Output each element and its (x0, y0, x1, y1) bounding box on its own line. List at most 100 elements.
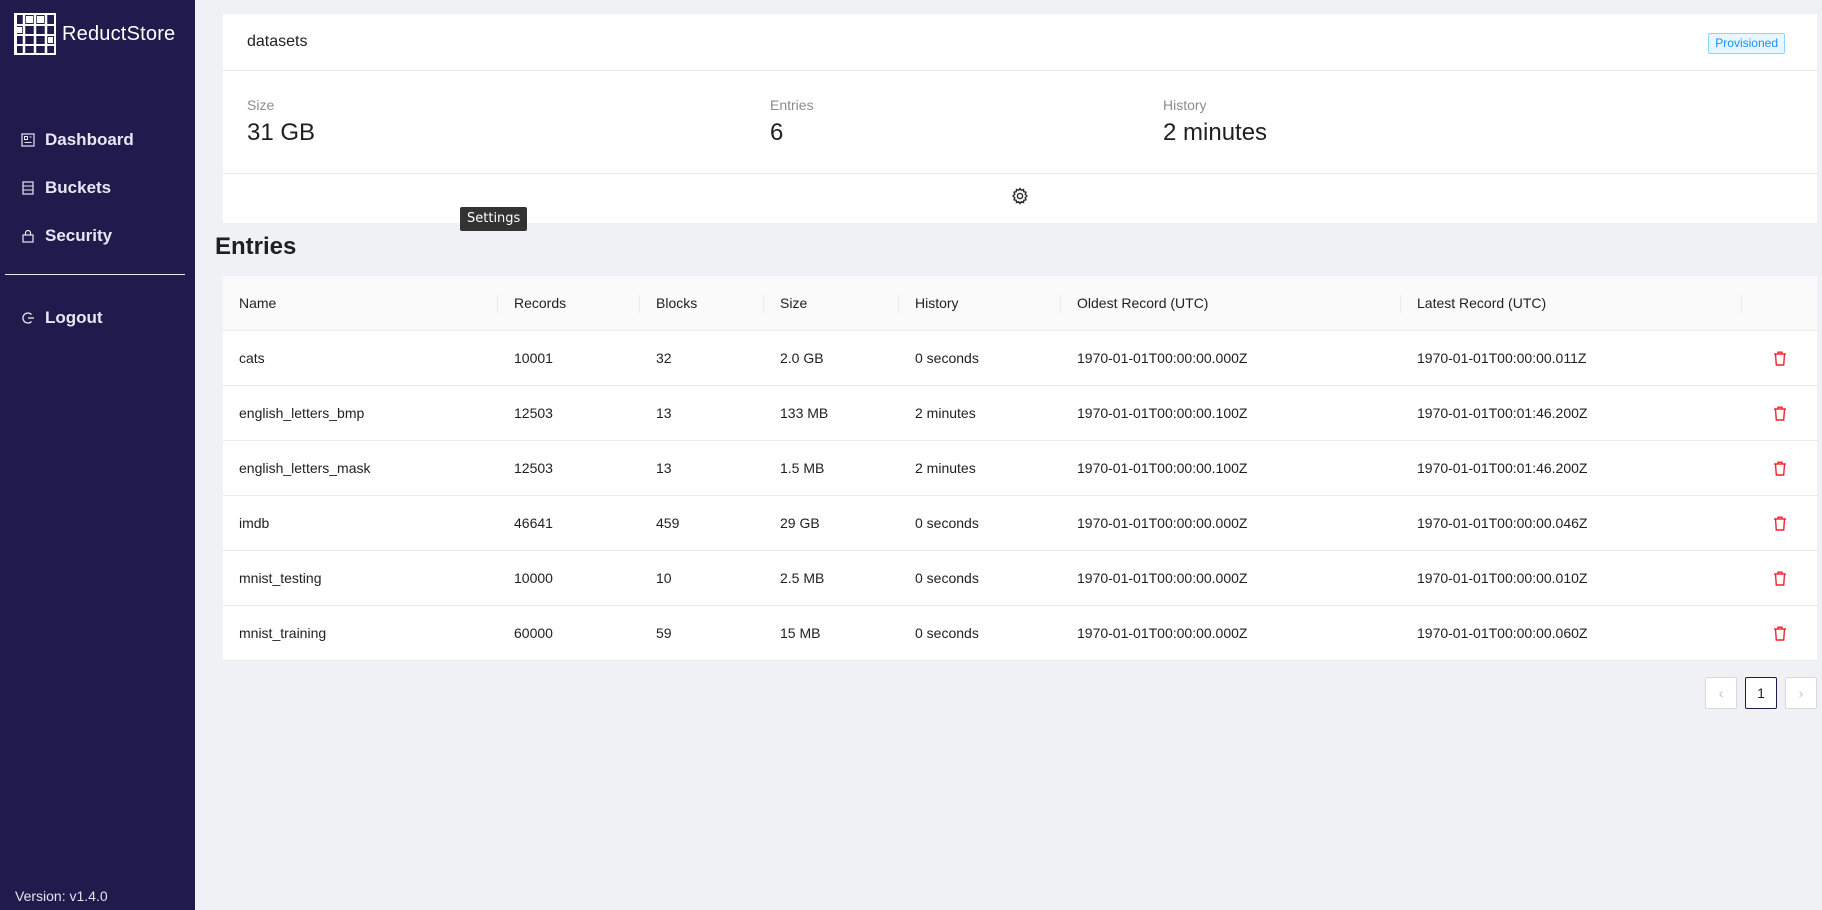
stat-value: 2 minutes (1163, 119, 1268, 146)
delete-trash-icon[interactable] (1773, 461, 1787, 476)
cell-records: 12503 (514, 460, 553, 476)
stat-size: Size 31 GB (247, 97, 315, 147)
cell-history: 2 minutes (915, 460, 976, 476)
column-header-latest-record[interactable]: Latest Record (UTC) (1401, 276, 1742, 330)
cell-history: 0 seconds (915, 515, 979, 531)
cell-name: cats (239, 350, 265, 366)
column-header-size[interactable]: Size (764, 276, 899, 330)
column-header-records[interactable]: Records (498, 276, 640, 330)
cell-actions (1742, 386, 1817, 440)
pagination-next-button[interactable]: › (1785, 677, 1817, 709)
cell-latest-record: 1970-01-01T00:00:00.010Z (1417, 570, 1588, 586)
sidebar-item-label: Security (45, 226, 113, 245)
bucket-card: datasets Provisioned Size 31 GB Entries … (223, 14, 1817, 223)
sidebar-divider (5, 274, 185, 275)
cell-actions (1742, 551, 1817, 605)
bucket-card-header: datasets Provisioned (223, 14, 1817, 71)
lock-icon (22, 229, 34, 243)
provisioned-badge: Provisioned (1708, 33, 1785, 54)
cell-latest-record: 1970-01-01T00:00:00.011Z (1417, 350, 1587, 366)
column-header-oldest-record[interactable]: Oldest Record (UTC) (1061, 276, 1401, 330)
cell-actions (1742, 331, 1817, 385)
table-row: english_letters_bmp 12503 13 133 MB 2 mi… (223, 386, 1817, 441)
cell-name: mnist_training (239, 625, 327, 641)
stat-entries: Entries 6 (770, 97, 814, 147)
delete-trash-icon[interactable] (1773, 516, 1787, 531)
column-header-blocks[interactable]: Blocks (640, 276, 764, 330)
cell-blocks: 10 (656, 570, 672, 586)
delete-trash-icon[interactable] (1773, 626, 1787, 641)
cell-name: english_letters_mask (239, 460, 371, 476)
cell-records: 10001 (514, 350, 553, 366)
cell-oldest-record: 1970-01-01T00:00:00.000Z (1077, 515, 1248, 531)
cell-latest-record: 1970-01-01T00:00:00.046Z (1417, 515, 1588, 531)
table-header-row: Name Records Blocks Size History Oldest … (223, 276, 1817, 331)
sidebar: ReductStore Dashboard Buckets Security L… (0, 0, 195, 910)
bucket-stats: Size 31 GB Entries 6 History 2 minutes (223, 71, 1817, 174)
sidebar-item-security[interactable]: Security (0, 212, 195, 260)
cell-records: 12503 (514, 405, 553, 421)
stat-title: Entries (770, 97, 814, 113)
cell-latest-record: 1970-01-01T00:00:00.060Z (1417, 625, 1588, 641)
reductstore-logo-icon (14, 13, 56, 55)
entries-table: Name Records Blocks Size History Oldest … (223, 276, 1817, 661)
cell-blocks: 13 (656, 460, 672, 476)
stat-title: Size (247, 97, 275, 113)
cell-oldest-record: 1970-01-01T00:00:00.000Z (1077, 625, 1248, 641)
logout-button[interactable]: Logout (0, 294, 195, 342)
entries-title: Entries (215, 233, 297, 260)
stat-value: 6 (770, 119, 784, 146)
column-header-name[interactable]: Name (223, 276, 498, 330)
cell-latest-record: 1970-01-01T00:01:46.200Z (1417, 460, 1588, 476)
column-header-history[interactable]: History (899, 276, 1061, 330)
cell-actions (1742, 496, 1817, 550)
stat-value: 31 GB (247, 119, 316, 146)
cell-actions (1742, 606, 1817, 660)
sidebar-item-label: Dashboard (45, 130, 134, 149)
cell-size: 1.5 MB (780, 460, 825, 476)
settings-gear-icon[interactable] (1011, 187, 1029, 205)
table-row: cats 10001 32 2.0 GB 0 seconds 1970-01-0… (223, 331, 1817, 386)
cell-name: english_letters_bmp (239, 405, 365, 421)
pagination-page-1[interactable]: 1 (1745, 677, 1777, 709)
delete-trash-icon[interactable] (1773, 351, 1787, 366)
cell-blocks: 13 (656, 405, 672, 421)
dashboard-icon (21, 133, 35, 147)
delete-trash-icon[interactable] (1773, 571, 1787, 586)
table-row: mnist_testing 10000 10 2.5 MB 0 seconds … (223, 551, 1817, 606)
cell-blocks: 459 (656, 515, 680, 531)
cell-oldest-record: 1970-01-01T00:00:00.100Z (1077, 405, 1248, 421)
pagination-prev-button[interactable]: ‹ (1705, 677, 1737, 709)
table-row: english_letters_mask 12503 13 1.5 MB 2 m… (223, 441, 1817, 496)
database-icon (22, 181, 34, 195)
sidebar-item-buckets[interactable]: Buckets (0, 164, 195, 212)
logout-icon (22, 312, 34, 324)
cell-latest-record: 1970-01-01T00:01:46.200Z (1417, 405, 1588, 421)
cell-blocks: 32 (656, 350, 672, 366)
cell-size: 2.0 GB (780, 350, 824, 366)
cell-size: 2.5 MB (780, 570, 825, 586)
sidebar-item-label: Buckets (45, 178, 112, 197)
cell-records: 10000 (514, 570, 553, 586)
cell-history: 2 minutes (915, 405, 976, 421)
column-header-actions (1742, 276, 1817, 330)
sidebar-logout: Logout (0, 294, 195, 342)
cell-oldest-record: 1970-01-01T00:00:00.000Z (1077, 350, 1248, 366)
cell-records: 60000 (514, 625, 553, 641)
sidebar-item-dashboard[interactable]: Dashboard (0, 116, 195, 164)
cell-name: mnist_testing (239, 570, 322, 586)
app-version: Version: v1.4.0 (15, 888, 108, 904)
delete-trash-icon[interactable] (1773, 406, 1787, 421)
cell-size: 15 MB (780, 625, 821, 641)
cell-name: imdb (239, 515, 270, 531)
app-logo[interactable]: ReductStore (14, 13, 175, 55)
stat-title: History (1163, 97, 1207, 113)
cell-records: 46641 (514, 515, 553, 531)
stat-history: History 2 minutes (1163, 97, 1267, 147)
cell-size: 133 MB (780, 405, 829, 421)
logout-label: Logout (45, 308, 103, 327)
table-row: imdb 46641 459 29 GB 0 seconds 1970-01-0… (223, 496, 1817, 551)
cell-actions (1742, 441, 1817, 495)
cell-history: 0 seconds (915, 625, 979, 641)
cell-size: 29 GB (780, 515, 820, 531)
